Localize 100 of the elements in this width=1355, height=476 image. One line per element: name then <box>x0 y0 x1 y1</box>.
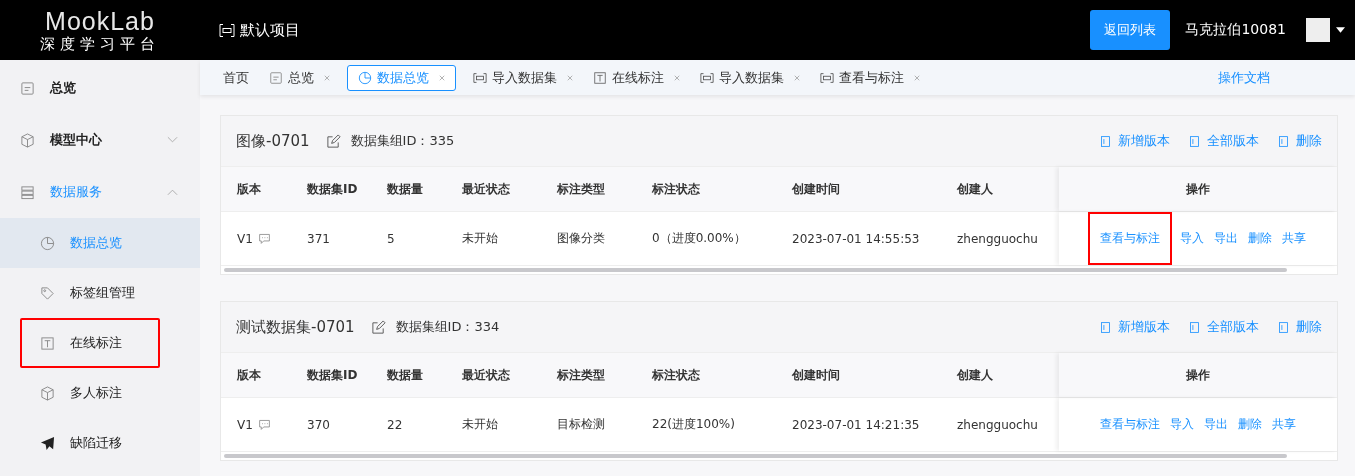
row-action-link[interactable]: 查看与标注 <box>1100 412 1160 437</box>
column-header: 标注状态 <box>651 180 701 198</box>
pie-icon <box>40 235 55 251</box>
project-name: 默认项目 <box>240 20 300 40</box>
column-header: 数据集ID <box>306 366 359 384</box>
card-action-link[interactable]: 删除 <box>1277 132 1322 150</box>
group-id: 数据集组ID：335 <box>350 132 455 150</box>
tab[interactable]: 导入数据集 <box>470 64 576 91</box>
avatar-icon[interactable] <box>1306 18 1330 42</box>
column-header: 版本 <box>236 366 262 384</box>
column-header: 数据量 <box>386 366 424 384</box>
document-icon <box>1188 134 1201 148</box>
cube-icon <box>20 132 35 148</box>
column-header: 最近状态 <box>461 366 511 384</box>
frame-icon <box>473 70 487 85</box>
row-action-link[interactable]: 删除 <box>1238 412 1262 437</box>
column-header: 操作 <box>1059 353 1337 397</box>
tab[interactable]: 首页 <box>220 64 252 91</box>
doc-icon <box>269 70 283 85</box>
table-cell-text: 2023-07-01 14:55:53 <box>791 231 921 246</box>
row-action-link[interactable]: 共享 <box>1282 226 1306 251</box>
close-icon[interactable] <box>567 74 573 81</box>
tag-icon <box>40 285 55 301</box>
column-header: 数据集ID <box>306 180 359 198</box>
table-cell-text: 图像分类 <box>556 230 606 247</box>
text-icon <box>40 335 55 351</box>
document-icon <box>1277 134 1290 148</box>
logo-title: MookLab <box>45 8 155 34</box>
chevron-icon[interactable] <box>167 136 178 144</box>
column-header: 操作 <box>1059 167 1337 211</box>
row-action-link[interactable]: 删除 <box>1248 226 1272 251</box>
table-cell-text: 370 <box>306 417 331 432</box>
row-action-link[interactable]: 导出 <box>1204 412 1228 437</box>
close-icon[interactable] <box>914 74 920 81</box>
tab[interactable]: 查看与标注 <box>817 64 923 91</box>
logo-subtitle: 深度学习平台 <box>40 36 160 52</box>
table-cell-text: 22 <box>386 417 404 432</box>
sidebar-item[interactable]: 模型中心 <box>0 114 200 166</box>
tab[interactable]: 总览 <box>266 64 333 91</box>
tab[interactable]: 数据总览 <box>347 64 456 91</box>
row-action-link[interactable]: 导入 <box>1180 226 1204 251</box>
sidebar-item[interactable]: 数据总览 <box>0 218 200 268</box>
cube-icon <box>40 385 55 401</box>
card-action-link[interactable]: 新增版本 <box>1099 132 1170 150</box>
close-icon[interactable] <box>439 74 445 81</box>
sidebar-item[interactable]: 多人标注 <box>0 368 200 418</box>
db-icon <box>20 184 35 200</box>
document-icon <box>1277 320 1290 334</box>
pie-icon <box>358 70 372 85</box>
docs-link[interactable]: 操作文档 <box>1218 68 1270 87</box>
row-action-link[interactable]: 共享 <box>1272 412 1296 437</box>
column-header: 标注类型 <box>556 180 606 198</box>
tab[interactable]: 在线标注 <box>590 64 683 91</box>
row-action-link[interactable]: 导入 <box>1170 412 1194 437</box>
close-icon[interactable] <box>794 74 800 81</box>
table-cell-text: 371 <box>306 231 331 246</box>
table-cell-text: 未开始 <box>461 416 499 433</box>
column-header: 数据量 <box>386 180 424 198</box>
sidebar-item[interactable]: 在线标注 <box>20 318 160 368</box>
frame-icon <box>820 70 834 85</box>
sidebar-item[interactable]: 标签组管理 <box>0 268 200 318</box>
dataset-name: 测试数据集-0701 <box>236 317 355 337</box>
sidebar-item[interactable]: 缺陷迁移 <box>0 418 200 468</box>
back-button[interactable]: 返回列表 <box>1090 10 1171 50</box>
card-action-link[interactable]: 全部版本 <box>1188 132 1259 150</box>
frame-icon <box>219 22 235 38</box>
table-cell-text: 目标检测 <box>556 416 606 433</box>
tab[interactable]: 导入数据集 <box>697 64 803 91</box>
document-icon <box>1099 320 1112 334</box>
sidebar-item[interactable]: 总览 <box>0 62 200 114</box>
comment-icon[interactable] <box>257 232 271 245</box>
table-cell: V1 <box>237 231 253 246</box>
comment-icon[interactable] <box>257 418 271 431</box>
plane-icon <box>40 435 55 451</box>
table-cell-text: 未开始 <box>461 230 499 247</box>
table-cell: V1 <box>237 417 253 432</box>
column-header: 标注类型 <box>556 366 606 384</box>
table-cell-text: 22(进度100%) <box>651 416 736 433</box>
close-icon[interactable] <box>324 74 330 81</box>
document-icon <box>1099 134 1112 148</box>
column-header: 创建时间 <box>791 366 841 384</box>
column-header: 标注状态 <box>651 366 701 384</box>
edit-icon[interactable] <box>325 133 341 149</box>
table-cell-text: zhengguochu <box>956 231 1039 246</box>
row-action-link[interactable]: 查看与标注 <box>1090 214 1170 263</box>
card-action-link[interactable]: 全部版本 <box>1188 318 1259 336</box>
row-action-link[interactable]: 导出 <box>1214 226 1238 251</box>
card-action-link[interactable]: 删除 <box>1277 318 1322 336</box>
table-cell-text: 0（进度0.00%） <box>651 230 747 247</box>
user-name[interactable]: 马克拉伯10081 <box>1185 21 1286 39</box>
close-icon[interactable] <box>674 74 680 81</box>
chevron-icon[interactable] <box>167 188 178 196</box>
column-header: 版本 <box>236 180 262 198</box>
doc-icon <box>20 80 35 96</box>
sidebar-item[interactable]: 数据服务 <box>0 166 200 218</box>
caret-icon[interactable] <box>1336 27 1345 33</box>
card-action-link[interactable]: 新增版本 <box>1099 318 1170 336</box>
edit-icon[interactable] <box>370 319 386 335</box>
column-header: 创建人 <box>956 180 994 198</box>
column-header: 创建时间 <box>791 180 841 198</box>
